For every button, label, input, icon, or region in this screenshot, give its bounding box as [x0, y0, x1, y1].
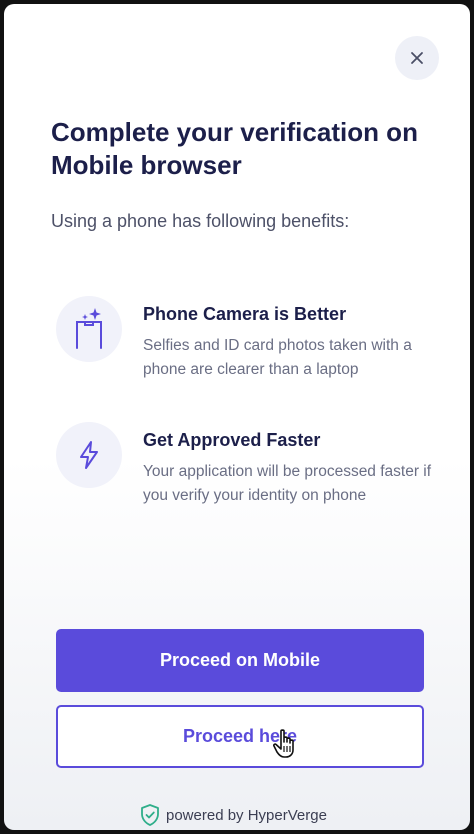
modal-title: Complete your verification on Mobile bro…	[51, 117, 418, 180]
benefit-description: Your application will be processed faste…	[143, 463, 432, 504]
benefit-title: Phone Camera is Better	[143, 304, 347, 324]
proceed-on-mobile-button[interactable]: Proceed on Mobile	[56, 629, 424, 692]
powered-by-footer: powered by HyperVerge	[140, 804, 327, 826]
lightning-icon	[56, 422, 122, 488]
modal-subtitle: Using a phone has following benefits:	[51, 211, 350, 231]
hand-cursor-icon	[273, 729, 294, 758]
close-button[interactable]	[395, 36, 439, 80]
close-icon	[411, 52, 423, 64]
phone-camera-icon	[56, 296, 122, 362]
benefit-title: Get Approved Faster	[143, 430, 321, 450]
verification-modal: Complete your verification on Mobile bro…	[4, 4, 470, 830]
proceed-here-button[interactable]: Proceed here	[56, 705, 424, 768]
benefit-description: Selfies and ID card photos taken with a …	[143, 337, 412, 378]
shield-check-icon	[141, 804, 159, 826]
powered-by-text: powered by HyperVerge	[166, 806, 327, 824]
